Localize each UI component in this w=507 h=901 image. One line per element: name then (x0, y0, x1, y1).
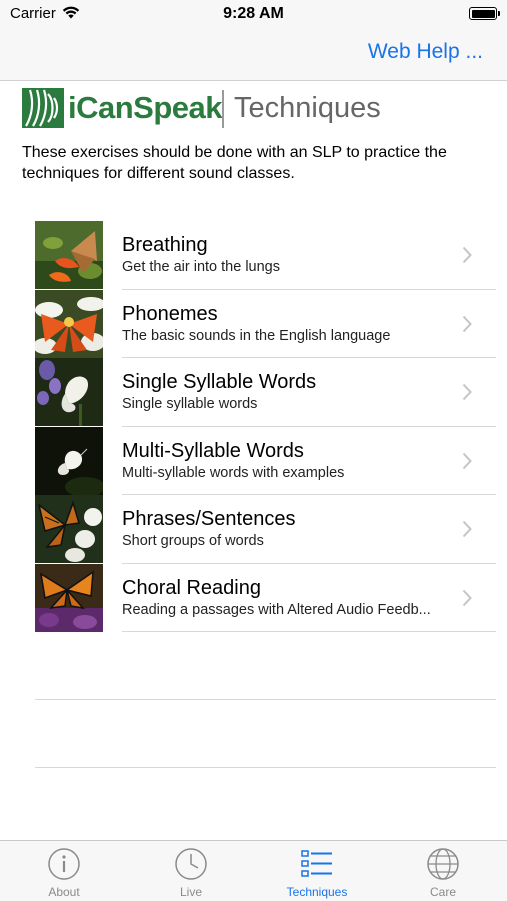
chevron-right-icon (462, 452, 472, 469)
butterfly-thumbnail (35, 358, 103, 426)
tab-label: Care (429, 885, 456, 899)
tab-care[interactable]: Care (380, 841, 506, 901)
clock-icon (175, 848, 207, 880)
item-subtitle: Reading a passages with Altered Audio Fe… (122, 601, 431, 618)
info-icon (48, 848, 80, 880)
row-divider (122, 631, 496, 632)
butterfly-thumbnail (35, 426, 103, 495)
chevron-right-icon (462, 520, 472, 538)
chevron-right-icon (462, 589, 472, 606)
intro-text: These exercises should be done with an S… (22, 144, 447, 182)
logo-mark-icon (22, 88, 64, 128)
item-subtitle: Get the air into the lungs (122, 259, 280, 275)
item-title: Phrases/Sentences (122, 508, 296, 530)
tab-label: About (48, 885, 80, 899)
web-help-button[interactable]: Web Help ... (368, 40, 483, 64)
list-icon (301, 850, 332, 877)
app-logo: iCanSpeak Techniques (22, 88, 402, 130)
battery-icon (469, 7, 500, 20)
item-title: Choral Reading (122, 576, 261, 599)
logo-subtitle: Techniques (234, 92, 381, 124)
chevron-right-icon (462, 315, 472, 332)
tab-bar: About Live Techniques Care (0, 840, 507, 901)
tab-label: Techniques (286, 885, 348, 899)
globe-icon (427, 848, 459, 880)
butterfly-thumbnail (35, 495, 103, 563)
tab-live[interactable]: Live (128, 841, 254, 901)
item-subtitle: Short groups of words (122, 533, 264, 549)
empty-row-divider (35, 767, 496, 768)
status-bar: Carrier 9:28 AM (0, 0, 507, 30)
logo-divider (222, 90, 224, 128)
item-title: Single Syllable Words (122, 371, 317, 393)
item-subtitle: Single syllable words (122, 396, 258, 412)
butterfly-thumbnail (35, 563, 103, 632)
list-item-single-syllable-words[interactable]: Single Syllable Words Single syllable wo… (35, 358, 496, 427)
list-item-multi-syllable-words[interactable]: Multi-Syllable Words Multi-syllable word… (35, 426, 496, 495)
list-item-choral-reading[interactable]: Choral Reading Reading a passages with A… (35, 563, 496, 632)
tab-techniques[interactable]: Techniques (254, 841, 380, 901)
status-time: 9:28 AM (223, 5, 284, 22)
empty-row-divider (35, 699, 496, 700)
item-title: Breathing (122, 234, 208, 256)
navigation-bar: Web Help ... (0, 30, 507, 81)
item-title: Phonemes (122, 302, 218, 325)
techniques-list: Breathing Get the air into the lungs Pho… (35, 221, 496, 632)
list-item-phrases-sentences[interactable]: Phrases/Sentences Short groups of words (35, 495, 496, 564)
chevron-right-icon (462, 246, 472, 264)
butterfly-thumbnail (35, 221, 103, 289)
item-title: Multi-Syllable Words (122, 439, 304, 462)
tab-about[interactable]: About (1, 841, 127, 901)
item-subtitle: Multi-syllable words with examples (122, 464, 345, 481)
item-subtitle: The basic sounds in the English language (122, 327, 391, 344)
list-item-phonemes[interactable]: Phonemes The basic sounds in the English… (35, 289, 496, 358)
logo-name: iCanSpeak (68, 90, 223, 125)
chevron-right-icon (462, 383, 472, 401)
list-item-breathing[interactable]: Breathing Get the air into the lungs (35, 221, 496, 290)
tab-label: Live (179, 885, 202, 899)
butterfly-thumbnail (35, 289, 103, 358)
